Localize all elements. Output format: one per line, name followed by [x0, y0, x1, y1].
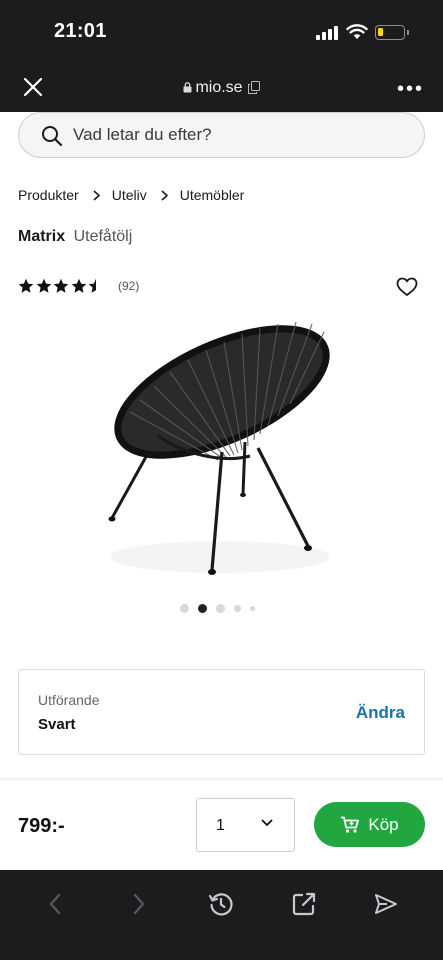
copy-icon[interactable] — [247, 81, 260, 94]
search-icon — [42, 126, 63, 147]
status-bar: 21:01 — [0, 0, 443, 62]
favorite-heart-icon[interactable] — [396, 277, 418, 297]
buy-button[interactable]: Köp — [314, 802, 425, 847]
carousel-dot[interactable] — [216, 604, 225, 613]
browser-header: mio.se ••• — [0, 62, 443, 112]
carousel-dot[interactable] — [250, 606, 255, 611]
wifi-icon — [346, 24, 368, 39]
quantity-value: 1 — [216, 817, 225, 834]
variant-selector: Utförande Svart Ändra — [18, 669, 425, 755]
share-icon[interactable] — [289, 889, 319, 919]
product-title: Matrix Utefåtölj — [18, 228, 132, 246]
history-icon[interactable] — [206, 889, 236, 919]
change-variant-button[interactable]: Ändra — [356, 703, 405, 723]
breadcrumb-uteliv[interactable]: Uteliv — [112, 187, 147, 203]
search-input[interactable] — [73, 123, 403, 147]
buy-label: Köp — [368, 814, 399, 834]
carousel-dot[interactable] — [180, 604, 189, 613]
search-bar[interactable] — [18, 112, 425, 158]
send-icon[interactable] — [371, 889, 401, 919]
rating-stars — [18, 278, 104, 294]
browser-toolbar — [0, 870, 443, 960]
review-count: (92) — [118, 279, 140, 293]
url-text: mio.se — [195, 79, 243, 96]
star-full-icon — [53, 278, 69, 293]
shopping-cart-icon — [341, 816, 360, 833]
breadcrumb: Produkter Uteliv Utemöbler — [18, 187, 244, 203]
battery-icon — [375, 25, 409, 40]
status-time: 21:01 — [54, 20, 107, 42]
chevron-right-icon — [161, 190, 168, 201]
quantity-select[interactable]: 1 — [196, 798, 295, 852]
star-half-icon — [88, 278, 104, 293]
star-full-icon — [18, 278, 34, 293]
product-image-chair[interactable] — [100, 312, 340, 584]
chevron-down-icon — [261, 819, 273, 827]
chevron-right-icon — [93, 190, 100, 201]
cellular-signal-icon — [316, 25, 340, 40]
lock-icon — [183, 82, 192, 93]
product-price: 799:- — [18, 815, 65, 837]
variant-value: Svart — [38, 716, 76, 733]
variant-label: Utförande — [38, 692, 100, 708]
forward-arrow-icon[interactable] — [124, 889, 154, 919]
carousel-dot[interactable] — [234, 605, 241, 612]
back-arrow-icon[interactable] — [40, 889, 70, 919]
breadcrumb-utemobler[interactable]: Utemöbler — [180, 187, 245, 203]
star-full-icon — [71, 278, 86, 293]
product-brand[interactable]: Matrix — [18, 228, 65, 245]
image-carousel-dots[interactable] — [180, 604, 264, 614]
more-options-icon[interactable]: ••• — [397, 78, 424, 101]
purchase-bar: 799:- 1 Köp — [0, 782, 443, 870]
url-display[interactable]: mio.se — [0, 79, 443, 97]
product-rating[interactable]: (92) — [18, 278, 139, 294]
breadcrumb-produkter[interactable]: Produkter — [18, 187, 79, 203]
star-full-icon — [36, 278, 51, 293]
carousel-dot-active[interactable] — [198, 604, 207, 613]
product-name: Utefåtölj — [73, 228, 133, 245]
